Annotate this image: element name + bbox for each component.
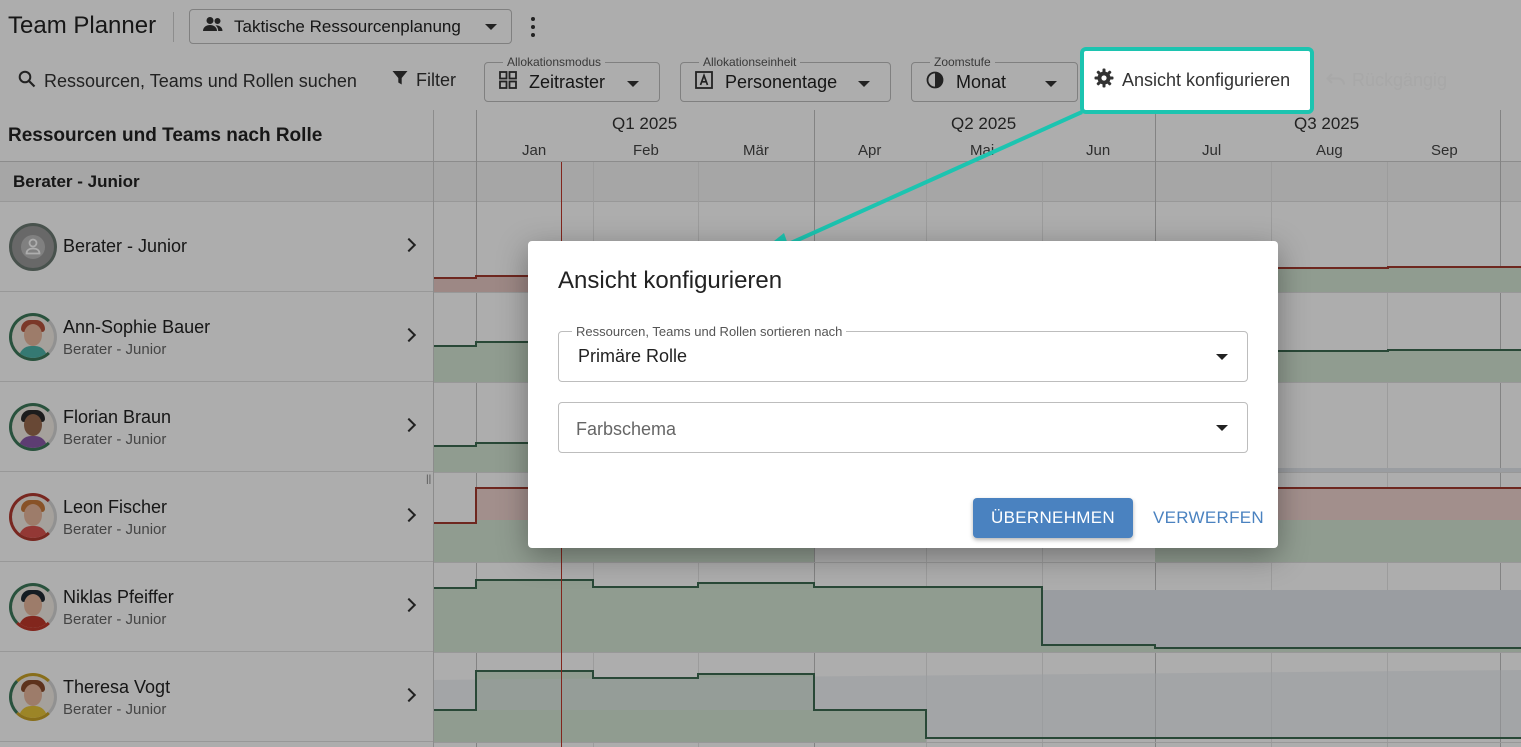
dialog-title: Ansicht konfigurieren	[558, 267, 783, 294]
sort-by-value: Primäre Rolle	[578, 346, 688, 366]
sort-by-select[interactable]: Ressourcen, Teams und Rollen sortieren n…	[558, 324, 1248, 382]
chevron-down-icon	[1216, 354, 1228, 360]
chevron-down-icon	[1216, 425, 1228, 431]
discard-button[interactable]: VERWERFEN	[1153, 498, 1264, 538]
color-scheme-select[interactable]: Farbschema	[558, 402, 1248, 453]
sort-by-legend: Ressourcen, Teams und Rollen sortieren n…	[572, 324, 847, 339]
color-scheme-placeholder: Farbschema	[576, 419, 677, 439]
apply-button[interactable]: ÜBERNEHMEN	[973, 498, 1133, 538]
configure-view-dialog: Ansicht konfigurieren Ressourcen, Teams …	[528, 241, 1278, 548]
